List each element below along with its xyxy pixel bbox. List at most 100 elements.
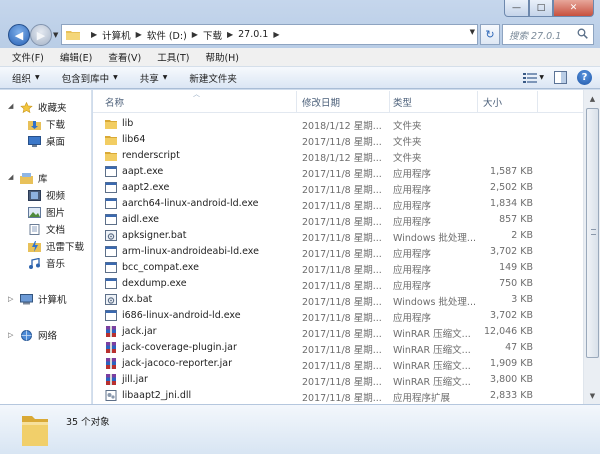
- breadcrumb-downloads[interactable]: 下载: [203, 28, 222, 42]
- file-name: i686-linux-android-ld.exe: [122, 310, 241, 321]
- scroll-up-button[interactable]: ▲: [585, 91, 600, 106]
- column-divider[interactable]: [296, 91, 297, 112]
- file-date: 2018/1/12 星期...: [302, 121, 382, 132]
- back-button[interactable]: ◀: [8, 24, 30, 46]
- expand-computer-icon[interactable]: ▷: [8, 295, 13, 303]
- chevron-right-icon[interactable]: ▶: [192, 30, 198, 39]
- file-date: 2017/11/8 星期...: [302, 361, 382, 372]
- maximize-button[interactable]: □: [529, 0, 553, 17]
- nav-downloads[interactable]: 下载: [28, 117, 65, 131]
- menu-file[interactable]: 文件(F): [4, 50, 52, 64]
- file-row[interactable]: aarch64-linux-android-ld.exe 2017/11/8 星期…: [93, 196, 600, 212]
- nav-videos[interactable]: 视频: [28, 188, 65, 202]
- file-name: jack-coverage-plugin.jar: [122, 342, 237, 353]
- file-date: 2017/11/8 星期...: [302, 169, 382, 180]
- vertical-scrollbar[interactable]: ▲ ▼: [583, 90, 600, 404]
- file-row[interactable]: jill.jar 2017/11/8 星期... WinRAR 压缩文... 3,80…: [93, 372, 600, 388]
- expand-network-icon[interactable]: ▷: [8, 331, 13, 339]
- search-placeholder: 搜索 27.0.1: [509, 30, 562, 42]
- file-row[interactable]: aapt.exe 2017/11/8 星期... 应用程序 1,587 KB: [93, 164, 600, 180]
- file-row[interactable]: aapt2.exe 2017/11/8 星期... 应用程序 2,502 KB: [93, 180, 600, 196]
- nav-downloads-label: 下载: [46, 120, 66, 131]
- share-button[interactable]: 共享 ▼: [140, 71, 168, 85]
- file-list: ︿ 名称 修改日期 类型 大小 lib 2018/1/12 星期... 文件夹 lib…: [93, 90, 600, 404]
- view-options-dropdown[interactable]: ▼: [539, 74, 544, 81]
- organize-button[interactable]: 组织 ▼: [12, 71, 40, 85]
- file-row[interactable]: libaapt2_jni.dll 2017/11/8 星期... 应用程序扩展 2,8…: [93, 388, 600, 404]
- forward-button[interactable]: ▶: [30, 24, 52, 46]
- file-row[interactable]: aidl.exe 2017/11/8 星期... 应用程序 857 KB: [93, 212, 600, 228]
- column-header-type[interactable]: 类型: [393, 95, 412, 109]
- expand-libraries-icon[interactable]: ◢: [8, 173, 13, 181]
- file-name: aidl.exe: [122, 214, 160, 225]
- file-type: Windows 批处理...: [393, 233, 475, 244]
- column-header-size[interactable]: 大小: [483, 95, 502, 109]
- nav-pictures[interactable]: 图片: [28, 205, 65, 219]
- breadcrumb-drive[interactable]: 软件 (D:): [147, 28, 187, 42]
- chevron-right-icon[interactable]: ▶: [136, 30, 142, 39]
- file-row[interactable]: lib 2018/1/12 星期... 文件夹: [93, 116, 600, 132]
- file-row[interactable]: dexdump.exe 2017/11/8 星期... 应用程序 750 KB: [93, 276, 600, 292]
- file-name-cell: jill.jar: [105, 374, 295, 385]
- file-row[interactable]: jack-jacoco-reporter.jar 2017/11/8 星期... W…: [93, 356, 600, 372]
- file-row[interactable]: renderscript 2018/1/12 星期... 文件夹: [93, 148, 600, 164]
- column-divider[interactable]: [477, 91, 478, 112]
- navigation-pane: ◢ 收藏夹 下载 桌面 ◢ 库 视频 图片 文档 迅雷下载 音乐 ▷ 计算机 ▷…: [0, 90, 92, 404]
- nav-computer[interactable]: 计算机: [20, 292, 67, 306]
- minimize-button[interactable]: —: [504, 0, 529, 17]
- nav-music[interactable]: 音乐: [28, 256, 65, 270]
- nav-desktop[interactable]: 桌面: [28, 134, 65, 148]
- file-row[interactable]: dx.bat 2017/11/8 星期... Windows 批处理... 3 KB: [93, 292, 600, 308]
- nav-thunder-downloads[interactable]: 迅雷下载: [28, 239, 84, 253]
- nav-documents[interactable]: 文档: [28, 222, 65, 236]
- breadcrumb-computer[interactable]: 计算机: [102, 28, 131, 42]
- expand-favorites-icon[interactable]: ◢: [8, 102, 13, 110]
- menu-help[interactable]: 帮助(H): [197, 50, 247, 64]
- bat-icon: [105, 230, 117, 241]
- file-row[interactable]: bcc_compat.exe 2017/11/8 星期... 应用程序 149 KB: [93, 260, 600, 276]
- file-name-cell: aapt.exe: [105, 166, 295, 177]
- scroll-down-button[interactable]: ▼: [585, 388, 600, 403]
- breadcrumb-current[interactable]: 27.0.1: [238, 29, 268, 40]
- nav-network[interactable]: 网络: [20, 328, 57, 342]
- nav-favorites[interactable]: 收藏夹: [20, 100, 67, 114]
- column-divider[interactable]: [537, 91, 538, 112]
- address-history-dropdown[interactable]: ▼: [470, 28, 475, 36]
- chevron-right-icon[interactable]: ▶: [273, 30, 279, 39]
- nav-libraries[interactable]: 库: [20, 171, 48, 185]
- include-in-library-button[interactable]: 包含到库中 ▼: [62, 71, 118, 85]
- nav-music-label: 音乐: [46, 259, 66, 270]
- file-date: 2017/11/8 星期...: [302, 185, 382, 196]
- search-input[interactable]: 搜索 27.0.1: [502, 24, 594, 45]
- file-row[interactable]: jack-coverage-plugin.jar 2017/11/8 星期... W…: [93, 340, 600, 356]
- address-bar[interactable]: ▶ 计算机 ▶ 软件 (D:) ▶ 下载 ▶ 27.0.1 ▶ ▼: [61, 24, 478, 45]
- file-row[interactable]: arm-linux-androideabi-ld.exe 2017/11/8 星期…: [93, 244, 600, 260]
- file-type: Windows 批处理...: [393, 297, 475, 308]
- close-button[interactable]: ✕: [553, 0, 594, 17]
- refresh-button[interactable]: ↻: [480, 24, 500, 45]
- column-header-date[interactable]: 修改日期: [302, 95, 340, 109]
- menu-view[interactable]: 查看(V): [100, 50, 149, 64]
- file-size: 3 KB: [511, 294, 533, 305]
- menu-edit[interactable]: 编辑(E): [52, 50, 100, 64]
- file-name-cell: aapt2.exe: [105, 182, 295, 193]
- file-row[interactable]: lib64 2017/11/8 星期... 文件夹: [93, 132, 600, 148]
- file-row[interactable]: i686-linux-android-ld.exe 2017/11/8 星期...…: [93, 308, 600, 324]
- recent-pages-dropdown[interactable]: ▼: [53, 31, 58, 39]
- help-icon[interactable]: ?: [577, 70, 592, 85]
- column-header-name[interactable]: 名称: [105, 95, 124, 109]
- file-row[interactable]: apksigner.bat 2017/11/8 星期... Windows 批处理.…: [93, 228, 600, 244]
- chevron-right-icon[interactable]: ▶: [91, 30, 97, 39]
- chevron-right-icon[interactable]: ▶: [227, 30, 233, 39]
- file-type: 应用程序扩展: [393, 393, 451, 404]
- change-view-icon[interactable]: [523, 72, 538, 84]
- scroll-thumb[interactable]: [586, 108, 599, 358]
- new-folder-button[interactable]: 新建文件夹: [189, 71, 237, 85]
- menu-tools[interactable]: 工具(T): [149, 50, 197, 64]
- file-name: lib: [122, 118, 134, 129]
- preview-pane-icon[interactable]: [554, 71, 567, 84]
- column-divider[interactable]: [389, 91, 390, 112]
- file-name: renderscript: [122, 150, 180, 161]
- file-date: 2017/11/8 星期...: [302, 249, 382, 260]
- file-row[interactable]: jack.jar 2017/11/8 星期... WinRAR 压缩文... 12,0…: [93, 324, 600, 340]
